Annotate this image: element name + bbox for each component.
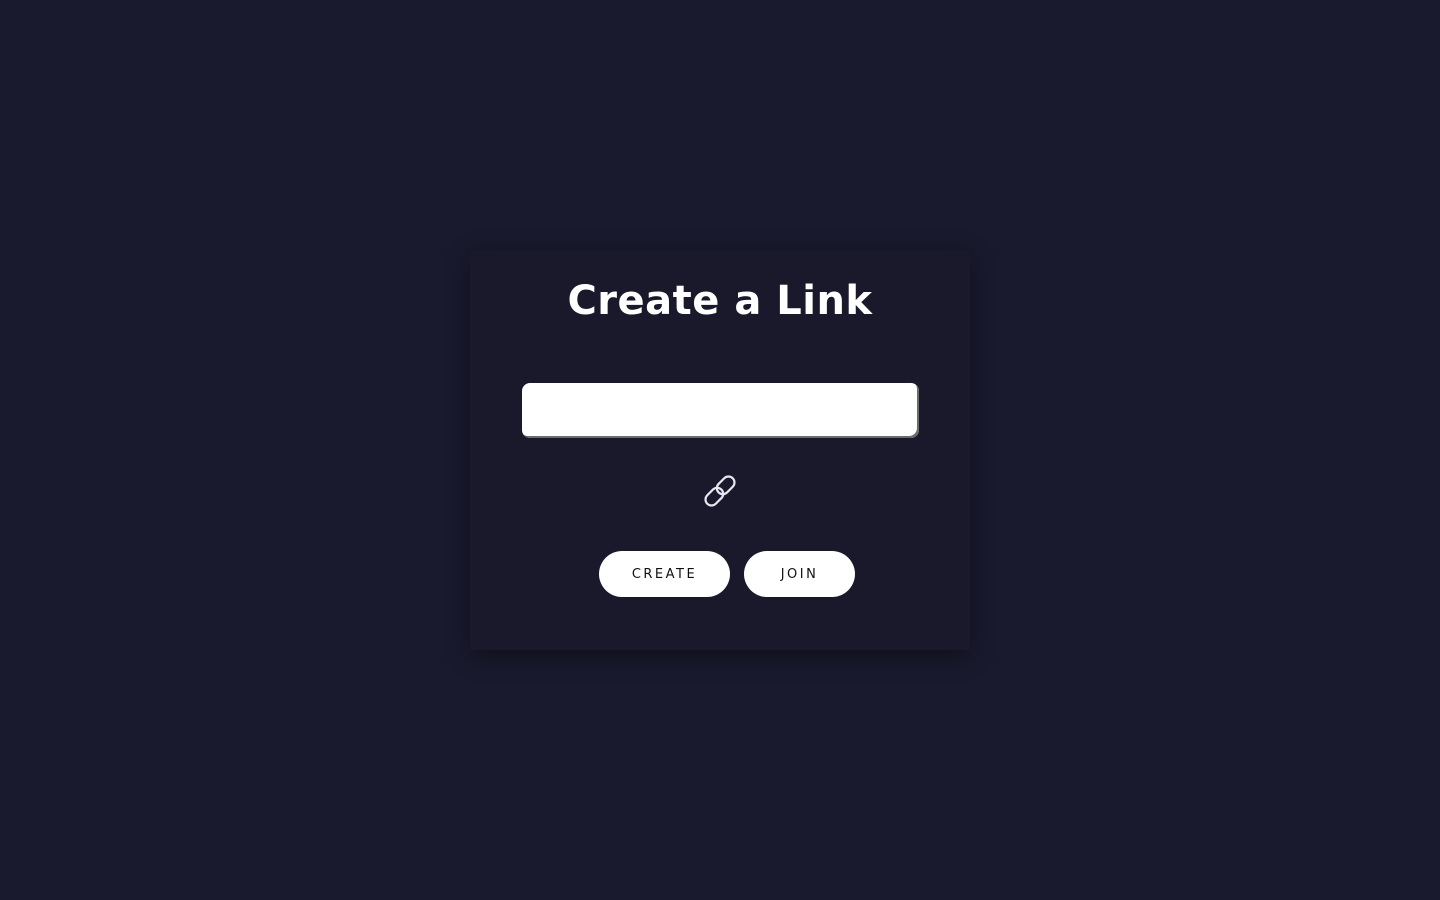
link-icon: [699, 470, 741, 512]
link-input[interactable]: [522, 383, 919, 438]
create-button[interactable]: CREATE: [599, 551, 730, 597]
join-button[interactable]: JOIN: [744, 551, 855, 597]
create-link-card: Create a Link CREATE JOIN: [470, 250, 970, 650]
card-title: Create a Link: [567, 278, 873, 324]
